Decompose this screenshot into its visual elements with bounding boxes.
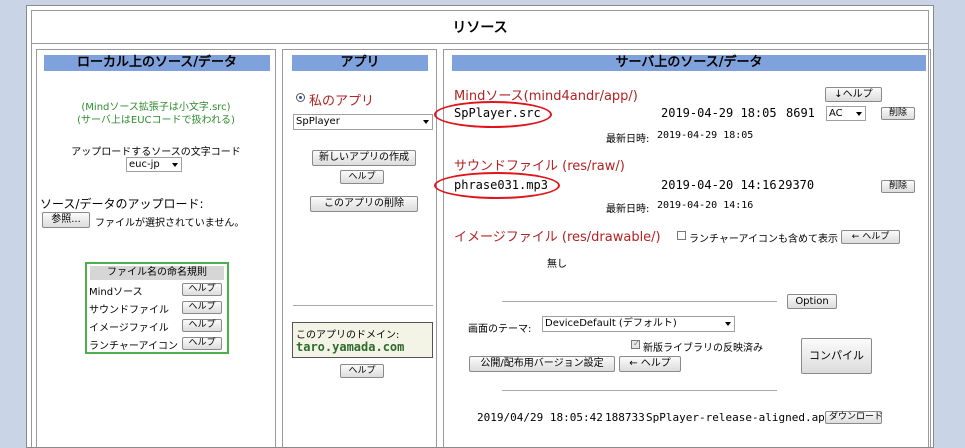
domain-value: taro.yamada.com	[296, 340, 405, 354]
mind-latest-value: 2019-04-29 18:05	[657, 130, 754, 141]
apk-datetime: 2019/04/29 18:05:42	[477, 411, 603, 424]
mind-help-button[interactable]: ↓ヘルプ	[825, 87, 882, 102]
my-app-radio[interactable]	[296, 93, 305, 102]
page-title: リソース	[32, 11, 928, 44]
local-note-encoding: (サーバ上はEUCコードで扱われる)	[77, 115, 235, 126]
apk-size: 188733	[605, 411, 645, 424]
my-app-label: 私のアプリ	[309, 94, 375, 109]
publish-help-button[interactable]: ← ヘルプ	[619, 356, 681, 372]
image-help-button[interactable]: ← ヘルプ	[841, 230, 900, 244]
apk-download-button[interactable]: ダウンロード	[825, 411, 883, 424]
encoding-select-value: euc-jp	[129, 159, 160, 170]
domain-box: このアプリのドメイン: taro.yamada.com	[292, 322, 433, 358]
encoding-select[interactable]: euc-jp	[126, 157, 182, 172]
mind-file-name[interactable]: SpPlayer.src	[454, 106, 541, 120]
sound-file-date: 2019-04-20 14:16	[661, 178, 777, 192]
sound-delete-button[interactable]: 削除	[881, 180, 915, 193]
launcher-icon-checkbox-label: ランチャーアイコンも含めて表示	[689, 234, 838, 245]
chevron-down-icon	[725, 322, 731, 326]
chevron-down-icon	[172, 162, 178, 167]
no-file-text: ファイルが選択されていません。	[95, 218, 245, 229]
mind-encoding-select[interactable]: AC	[826, 106, 866, 121]
new-app-button[interactable]: 新しいアプリの作成	[312, 150, 416, 166]
theme-select[interactable]: DeviceDefault (デフォルト)	[542, 316, 735, 332]
upload-label: ソース/データのアップロード:	[40, 197, 204, 211]
resource-table: リソース ローカル上のソース/データ (Mindソース拡張子は小文字.src) …	[31, 10, 931, 447]
option-button[interactable]: Option	[787, 294, 837, 309]
mind-encoding-value: AC	[829, 108, 843, 119]
sound-file-name[interactable]: phrase031.mp3	[454, 178, 548, 192]
local-panel-header: ローカル上のソース/データ	[44, 55, 270, 71]
encoding-label: アップロードするソースの文字コード	[71, 147, 241, 158]
naming-row-sound-label: サウンドファイル	[89, 305, 169, 316]
mind-latest-label: 最新日時:	[606, 134, 650, 145]
chevron-down-icon	[423, 120, 429, 124]
app-divider	[293, 305, 433, 306]
publish-settings-button[interactable]: 公開/配布用バージョン設定	[469, 356, 615, 372]
mind-file-date: 2019-04-29 18:05	[661, 106, 777, 120]
app-panel-header: アプリ	[292, 55, 428, 71]
naming-row-launcher-label: ランチャーアイコン	[89, 341, 178, 352]
app-select[interactable]: SpPlayer	[293, 114, 433, 130]
launcher-icon-checkbox[interactable]	[677, 231, 686, 240]
domain-label: このアプリのドメイン:	[296, 330, 400, 341]
app-panel: アプリ 私のアプリ SpPlayer 新しいアプリの作成 ヘルプ このアプリの削…	[282, 49, 437, 447]
naming-row-mind-help-button[interactable]: ヘルプ	[182, 283, 222, 296]
newlib-label: 新版ライブラリの反映済み	[643, 343, 763, 354]
server-divider-top	[502, 301, 777, 302]
chevron-down-icon	[856, 111, 862, 116]
local-panel: ローカル上のソース/データ (Mindソース拡張子は小文字.src) (サーバ上…	[36, 49, 276, 447]
apk-file-name: SpPlayer-release-aligned.apk	[646, 411, 832, 424]
delete-app-button[interactable]: このアプリの削除	[310, 196, 418, 212]
browse-button[interactable]: 参照...	[42, 212, 90, 228]
mind-delete-button[interactable]: 削除	[881, 107, 915, 120]
domain-help-button[interactable]: ヘルプ	[340, 364, 384, 378]
server-divider-bottom	[502, 390, 777, 391]
naming-row-image-help-button[interactable]: ヘルプ	[182, 319, 222, 332]
sound-latest-label: 最新日時:	[606, 204, 650, 215]
image-section-title: イメージファイル (res/drawable/)	[454, 230, 661, 245]
mind-file-size: 8691	[786, 106, 815, 120]
naming-rules-title: ファイル名の命名規則	[90, 266, 224, 280]
naming-row-sound-help-button[interactable]: ヘルプ	[182, 301, 222, 314]
server-panel-header: サーバ上のソース/データ	[452, 55, 926, 71]
compile-button[interactable]: コンパイル	[801, 338, 872, 374]
naming-row-image-label: イメージファイル	[89, 323, 169, 334]
naming-row-launcher-help-button[interactable]: ヘルプ	[182, 337, 222, 350]
sound-file-size: 29370	[778, 178, 815, 192]
app-help-button[interactable]: ヘルプ	[340, 170, 384, 184]
theme-label: 画面のテーマ:	[468, 324, 532, 335]
sound-latest-value: 2019-04-20 14:16	[657, 200, 754, 211]
theme-select-value: DeviceDefault (デフォルト)	[545, 318, 677, 329]
sound-section-title: サウンドファイル (res/raw/)	[454, 159, 625, 174]
naming-rules-box: ファイル名の命名規則 Mindソース ヘルプ サウンドファイル ヘルプ イメージ…	[85, 262, 229, 354]
resource-window: リソース ローカル上のソース/データ (Mindソース拡張子は小文字.src) …	[26, 5, 934, 448]
app-select-value: SpPlayer	[296, 116, 340, 127]
naming-row-mind-label: Mindソース	[89, 287, 143, 298]
newlib-checkbox[interactable]: ✓	[631, 339, 640, 349]
image-none-text: 無し	[547, 259, 567, 270]
server-panel: サーバ上のソース/データ Mindソース(mind4andr/app/) ↓ヘル…	[434, 49, 931, 447]
